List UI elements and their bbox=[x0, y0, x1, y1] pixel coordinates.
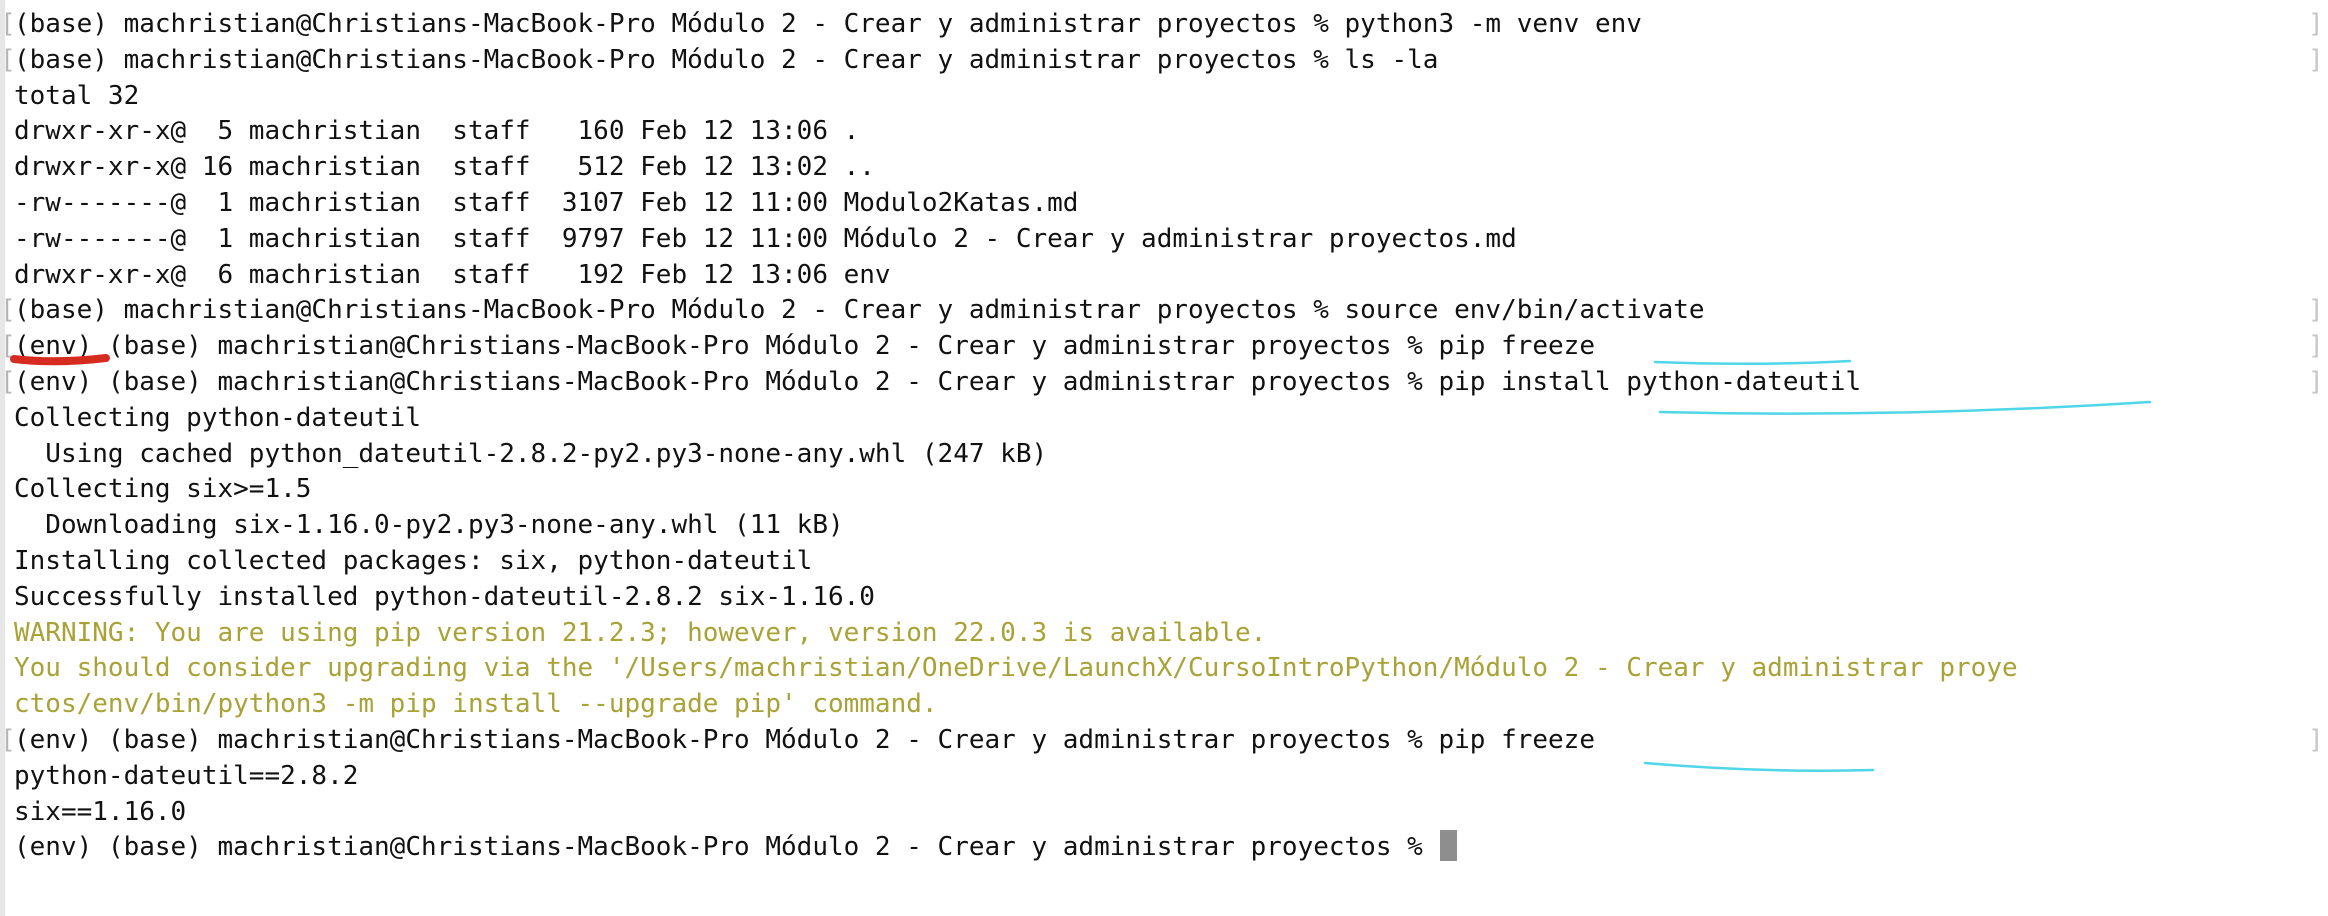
line-text: (env) (base) machristian@Christians-MacB… bbox=[14, 724, 1595, 755]
output-line: Collecting python-dateutil bbox=[14, 401, 2018, 437]
output-line: drwxr-xr-x@ 6 machristian staff 192 Feb … bbox=[14, 258, 2018, 294]
line-text: drwxr-xr-x@ 16 machristian staff 512 Feb… bbox=[14, 152, 875, 183]
prompt-line: [(base) machristian@Christians-MacBook-P… bbox=[0, 43, 2324, 79]
line-text: Successfully installed python-dateutil-2… bbox=[14, 581, 875, 612]
prompt-line: [(env) (base) machristian@Christians-Mac… bbox=[0, 723, 2324, 759]
line-text: total 32 bbox=[14, 80, 140, 111]
warning-line: WARNING: You are using pip version 21.2.… bbox=[14, 616, 2018, 652]
line-text: python-dateutil==2.8.2 bbox=[14, 760, 359, 791]
output-line: drwxr-xr-x@ 16 machristian staff 512 Feb… bbox=[14, 150, 2018, 186]
line-text: Installing collected packages: six, pyth… bbox=[14, 545, 813, 576]
output-line: Successfully installed python-dateutil-2… bbox=[14, 580, 2018, 616]
line-text: (env) (base) machristian@Christians-MacB… bbox=[14, 331, 1595, 362]
line-text: drwxr-xr-x@ 6 machristian staff 192 Feb … bbox=[14, 259, 891, 290]
line-text: -rw-------@ 1 machristian staff 9797 Feb… bbox=[14, 223, 1517, 254]
line-text: WARNING: You are using pip version 21.2.… bbox=[14, 617, 1267, 648]
terminal-output[interactable]: [(base) machristian@Christians-MacBook-P… bbox=[0, 7, 2324, 866]
line-text: Collecting python-dateutil bbox=[14, 402, 421, 433]
line-marker-left: [ bbox=[0, 9, 16, 39]
line-marker-left: [ bbox=[0, 295, 16, 326]
output-line: Using cached python_dateutil-2.8.2-py2.p… bbox=[14, 437, 2018, 473]
line-marker-right: ] bbox=[2308, 366, 2324, 397]
prompt-line: [(env) (base) machristian@Christians-Mac… bbox=[0, 365, 2324, 401]
output-line: Collecting six>=1.5 bbox=[14, 472, 2018, 508]
prompt-line: [(base) machristian@Christians-MacBook-P… bbox=[0, 293, 2324, 329]
prompt-line: (env) (base) machristian@Christians-MacB… bbox=[14, 830, 2018, 866]
line-text: ctos/env/bin/python3 -m pip install --up… bbox=[14, 689, 938, 720]
line-marker-left: [ bbox=[0, 724, 16, 755]
line-text: Using cached python_dateutil-2.8.2-py2.p… bbox=[14, 438, 1048, 469]
output-line: python-dateutil==2.8.2 bbox=[14, 759, 2018, 795]
terminal-window[interactable]: [(base) machristian@Christians-MacBook-P… bbox=[0, 0, 2328, 916]
line-text: (base) machristian@Christians-MacBook-Pr… bbox=[14, 295, 1705, 326]
window-left-edge bbox=[0, 0, 5, 916]
prompt-line: [(base) machristian@Christians-MacBook-P… bbox=[0, 7, 2324, 43]
line-marker-left: [ bbox=[0, 44, 16, 75]
line-marker-right: ] bbox=[2308, 331, 2324, 362]
line-text: drwxr-xr-x@ 5 machristian staff 160 Feb … bbox=[14, 116, 860, 147]
output-line: six==1.16.0 bbox=[14, 795, 2018, 831]
line-text: six==1.16.0 bbox=[14, 796, 187, 827]
output-line: Downloading six-1.16.0-py2.py3-none-any.… bbox=[14, 508, 2018, 544]
warning-line: You should consider upgrading via the '/… bbox=[14, 651, 2018, 687]
line-text: Downloading six-1.16.0-py2.py3-none-any.… bbox=[14, 510, 844, 541]
warning-line: ctos/env/bin/python3 -m pip install --up… bbox=[14, 687, 2018, 723]
line-marker-right: ] bbox=[2308, 295, 2324, 326]
output-line: total 32 bbox=[14, 79, 2018, 115]
output-line: -rw-------@ 1 machristian staff 9797 Feb… bbox=[14, 222, 2018, 258]
line-text: Collecting six>=1.5 bbox=[14, 474, 312, 505]
output-line: drwxr-xr-x@ 5 machristian staff 160 Feb … bbox=[14, 114, 2018, 150]
line-text: (env) (base) machristian@Christians-MacB… bbox=[14, 366, 1862, 397]
line-text: You should consider upgrading via the '/… bbox=[14, 653, 2018, 684]
line-marker-right: ] bbox=[2308, 9, 2324, 39]
line-marker-right: ] bbox=[2308, 44, 2324, 75]
line-text: (env) (base) machristian@Christians-MacB… bbox=[14, 832, 1439, 863]
line-marker-left: [ bbox=[0, 366, 16, 397]
line-text: -rw-------@ 1 machristian staff 3107 Feb… bbox=[14, 187, 1079, 218]
output-line: Installing collected packages: six, pyth… bbox=[14, 544, 2018, 580]
prompt-line: [(env) (base) machristian@Christians-Mac… bbox=[0, 329, 2324, 365]
line-text: (base) machristian@Christians-MacBook-Pr… bbox=[14, 44, 1439, 75]
text-cursor bbox=[1440, 830, 1458, 862]
line-marker-left: [ bbox=[0, 331, 16, 362]
output-line: -rw-------@ 1 machristian staff 3107 Feb… bbox=[14, 186, 2018, 222]
line-marker-right: ] bbox=[2308, 724, 2324, 755]
line-text: (base) machristian@Christians-MacBook-Pr… bbox=[14, 9, 1642, 39]
